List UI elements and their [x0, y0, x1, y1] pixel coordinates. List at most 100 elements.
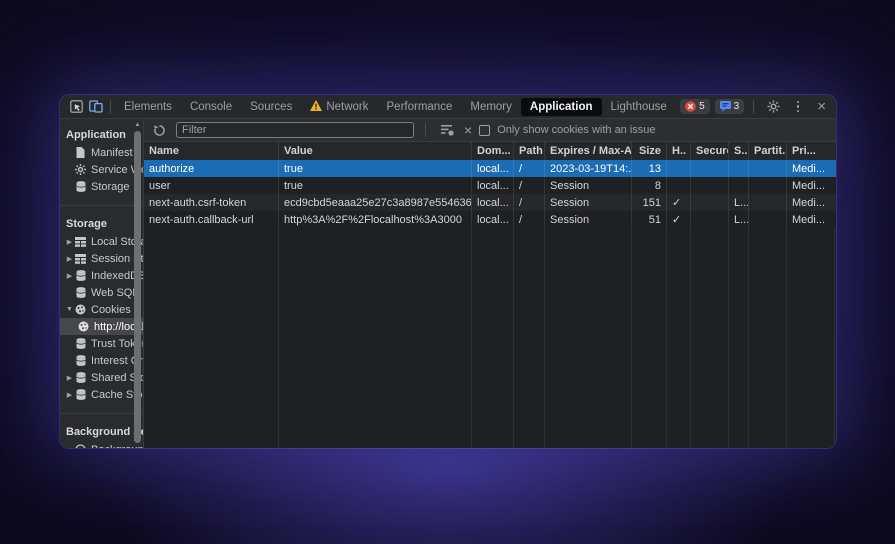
error-count-badge[interactable]: 5: [680, 99, 710, 114]
sidebar-item-label: Background Fetch: [91, 444, 143, 449]
table-row[interactable]: authorize true local... / 2023-03-19T14:…: [144, 160, 836, 177]
cell-value: ecd9cbd5eaaa25e27c3a8987e5546364...: [279, 194, 472, 211]
sidebar-item-cache-storage[interactable]: ▶ Cache Storage: [60, 386, 143, 403]
sidebar-item-trust-tokens[interactable]: Trust Tokens: [60, 335, 143, 352]
issues-count-badge[interactable]: 3: [715, 99, 745, 114]
tab-console[interactable]: Console: [181, 98, 241, 116]
cell-size: 151: [632, 194, 667, 211]
cell-samesite: [729, 160, 749, 177]
column-header-httponly[interactable]: H..: [667, 142, 691, 160]
sidebar-section-background-services: Background Services: [60, 424, 143, 441]
tab-performance[interactable]: Performance: [378, 98, 462, 116]
error-icon: [685, 101, 696, 112]
scrollbar-thumb[interactable]: [134, 131, 141, 443]
sidebar-item-indexeddb[interactable]: ▶ IndexedDB: [60, 267, 143, 284]
chevron-right-icon[interactable]: ▶: [65, 255, 74, 263]
chevron-right-icon[interactable]: ▶: [65, 238, 74, 246]
sidebar-item-cookies[interactable]: ▼ Cookies: [60, 301, 143, 318]
table-row[interactable]: next-auth.csrf-token ecd9cbd5eaaa25e27c3…: [144, 194, 836, 211]
device-toolbar-icon[interactable]: [86, 97, 106, 117]
column-header-partition[interactable]: Partit...: [749, 142, 787, 160]
cell-name: authorize: [144, 160, 279, 177]
cell-path: /: [514, 177, 545, 194]
more-options-icon[interactable]: [788, 97, 808, 117]
tab-elements[interactable]: Elements: [115, 98, 181, 116]
refresh-icon[interactable]: [149, 120, 169, 140]
sidebar-item-cookie-origin[interactable]: http://localhost:3000: [60, 318, 143, 335]
settings-gear-icon[interactable]: [763, 97, 783, 117]
sidebar-item-local-storage[interactable]: ▶ Local Storage: [60, 233, 143, 250]
table-icon: [74, 254, 87, 264]
cell-samesite: L...: [729, 211, 749, 228]
tab-sources[interactable]: Sources: [241, 98, 301, 116]
sidebar-item-label: Manifest: [91, 147, 133, 159]
sidebar-scrollbar[interactable]: ▲: [134, 129, 141, 443]
column-header-path[interactable]: Path: [514, 142, 545, 160]
cookie-icon: [77, 321, 90, 332]
column-header-domain[interactable]: Dom...: [472, 142, 514, 160]
issue-filter-checkbox[interactable]: [479, 125, 490, 136]
column-header-samesite[interactable]: S..: [729, 142, 749, 160]
cookie-table-header: Name Value Dom... Path Expires / Max-A..…: [144, 142, 836, 160]
issue-count: 3: [734, 101, 740, 112]
divider: [110, 100, 111, 114]
sidebar-item-label: Storage: [91, 181, 130, 193]
sidebar-item-session-storage[interactable]: ▶ Session Storage: [60, 250, 143, 267]
database-icon: [74, 181, 87, 192]
devtools-window: Elements Console Sources Network Perform…: [60, 95, 836, 448]
sidebar-item-storage[interactable]: Storage: [60, 178, 143, 195]
circle-icon: [74, 444, 87, 448]
file-icon: [74, 147, 87, 158]
sidebar-item-shared-storage[interactable]: ▶ Shared Storage: [60, 369, 143, 386]
cell-secure: [691, 211, 729, 228]
devtools-tabbar: Elements Console Sources Network Perform…: [60, 95, 836, 119]
inspect-element-icon[interactable]: [66, 97, 86, 117]
tab-label: Sources: [250, 101, 292, 113]
cell-path: /: [514, 160, 545, 177]
database-icon: [74, 389, 87, 400]
chevron-right-icon[interactable]: ▶: [65, 272, 74, 280]
chevron-right-icon[interactable]: ▶: [65, 374, 74, 382]
database-icon: [74, 338, 87, 349]
cell-value: true: [279, 177, 472, 194]
tab-lighthouse[interactable]: Lighthouse: [602, 98, 676, 116]
sidebar-item-interest-groups[interactable]: Interest Groups: [60, 352, 143, 369]
cell-name: next-auth.callback-url: [144, 211, 279, 228]
sidebar-item-manifest[interactable]: Manifest: [60, 144, 143, 161]
clear-icon[interactable]: ×: [464, 123, 472, 137]
column-header-priority[interactable]: Pri...: [787, 142, 835, 160]
cell-domain: local...: [472, 177, 514, 194]
table-row[interactable]: user true local... / Session 8 Medi...: [144, 177, 836, 194]
cell-priority: Medi...: [787, 211, 835, 228]
tab-label: Application: [530, 101, 593, 113]
cell-partition: [749, 160, 787, 177]
sidebar-item-service-workers[interactable]: Service Workers: [60, 161, 143, 178]
column-header-value[interactable]: Value: [279, 142, 472, 160]
divider: [753, 100, 754, 114]
cell-expires: Session: [545, 211, 632, 228]
table-row[interactable]: next-auth.callback-url http%3A%2F%2Floca…: [144, 211, 836, 228]
tab-network[interactable]: Network: [301, 97, 377, 117]
cell-domain: local...: [472, 160, 514, 177]
tab-memory[interactable]: Memory: [461, 98, 521, 116]
tab-application[interactable]: Application: [521, 98, 602, 116]
close-icon[interactable]: ×: [813, 99, 830, 114]
sidebar-item-web-sql[interactable]: Web SQL: [60, 284, 143, 301]
column-header-size[interactable]: Size: [632, 142, 667, 160]
sidebar-item-background-fetch[interactable]: Background Fetch: [60, 441, 143, 448]
gear-icon: [74, 164, 87, 175]
cell-secure: [691, 177, 729, 194]
cell-secure: [691, 194, 729, 211]
devtools-content: Application Manifest Service Workers Sto…: [60, 119, 836, 448]
chevron-right-icon[interactable]: ▶: [65, 391, 74, 399]
sidebar-divider: [60, 413, 143, 414]
column-header-name[interactable]: Name: [144, 142, 279, 160]
table-empty-area: [144, 228, 836, 448]
scroll-up-icon[interactable]: ▲: [134, 122, 141, 128]
column-header-expires[interactable]: Expires / Max-A...: [545, 142, 632, 160]
filter-input[interactable]: [182, 124, 408, 136]
filter-options-icon[interactable]: [437, 120, 457, 140]
chevron-down-icon[interactable]: ▼: [65, 306, 74, 313]
column-header-secure[interactable]: Secure: [691, 142, 729, 160]
cell-secure: [691, 160, 729, 177]
